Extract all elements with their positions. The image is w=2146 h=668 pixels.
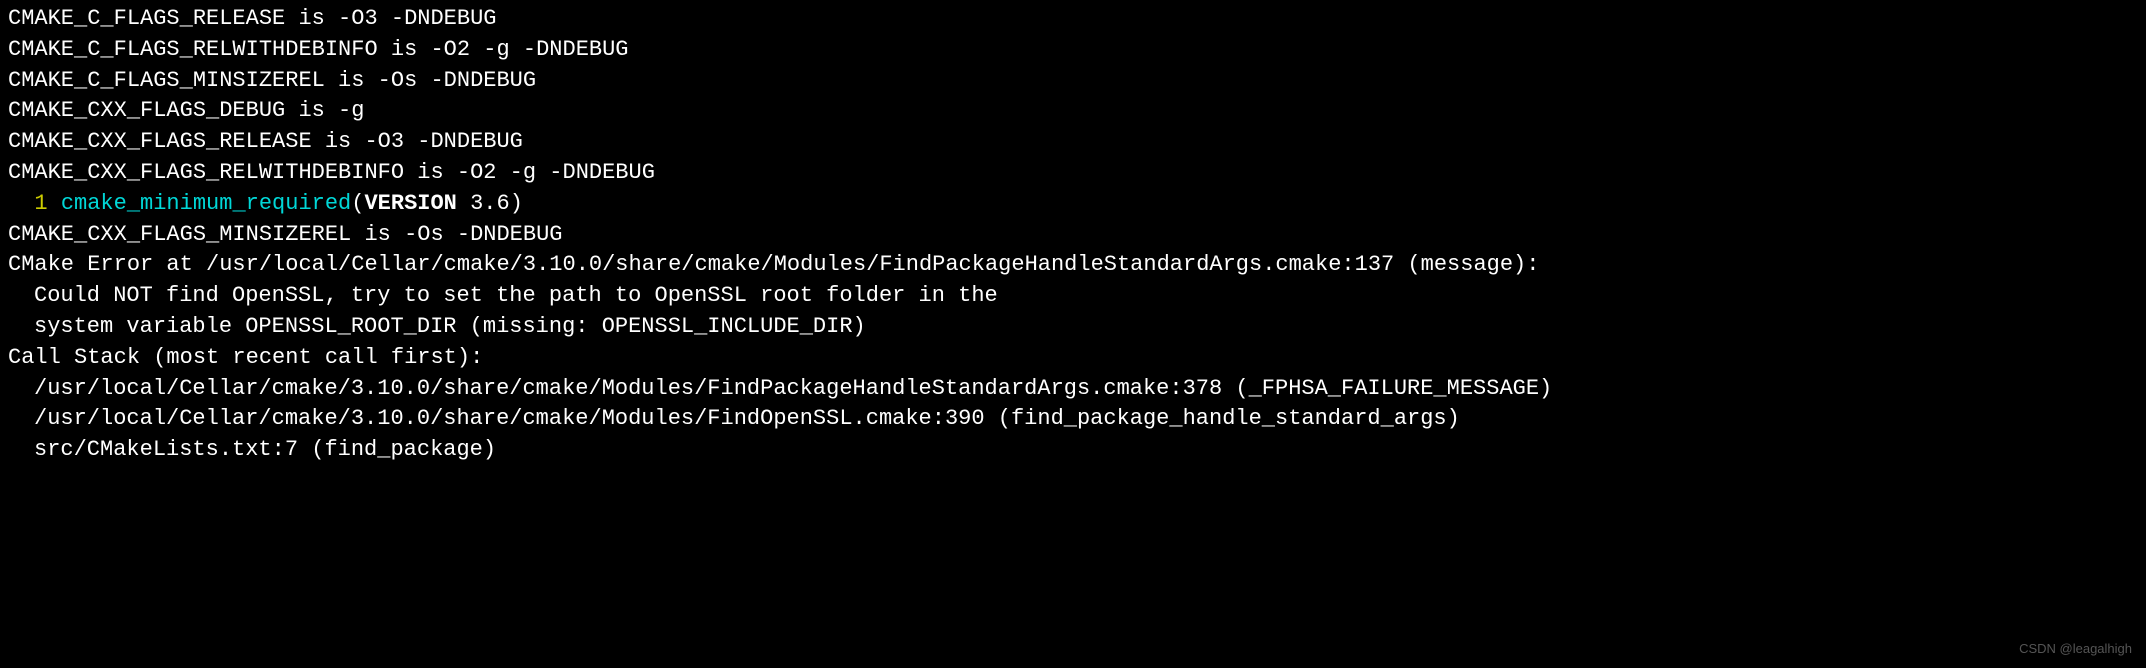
- output-line: CMAKE_CXX_FLAGS_RELWITHDEBINFO is -O2 -g…: [8, 158, 2138, 189]
- watermark-text: CSDN @leagalhigh: [2019, 640, 2132, 658]
- callstack-header: Call Stack (most recent call first):: [8, 343, 2138, 374]
- output-line: CMAKE_CXX_FLAGS_RELEASE is -O3 -DNDEBUG: [8, 127, 2138, 158]
- open-paren: (: [351, 191, 364, 216]
- cmake-script-line: 1 cmake_minimum_required(VERSION 3.6): [8, 189, 2138, 220]
- output-line: CMAKE_CXX_FLAGS_DEBUG is -g: [8, 96, 2138, 127]
- output-line: CMAKE_C_FLAGS_RELWITHDEBINFO is -O2 -g -…: [8, 35, 2138, 66]
- output-line: CMAKE_C_FLAGS_RELEASE is -O3 -DNDEBUG: [8, 4, 2138, 35]
- error-detail-line: Could NOT find OpenSSL, try to set the p…: [8, 281, 2138, 312]
- error-detail-line: system variable OPENSSL_ROOT_DIR (missin…: [8, 312, 2138, 343]
- output-line: CMAKE_C_FLAGS_MINSIZEREL is -Os -DNDEBUG: [8, 66, 2138, 97]
- version-value: 3.6): [457, 191, 523, 216]
- callstack-line: /usr/local/Cellar/cmake/3.10.0/share/cma…: [8, 404, 2138, 435]
- callstack-line: src/CMakeLists.txt:7 (find_package): [8, 435, 2138, 466]
- callstack-line: /usr/local/Cellar/cmake/3.10.0/share/cma…: [8, 374, 2138, 405]
- output-line: CMAKE_CXX_FLAGS_MINSIZEREL is -Os -DNDEB…: [8, 220, 2138, 251]
- line-number: 1: [8, 191, 61, 216]
- version-keyword: VERSION: [364, 191, 456, 216]
- cmake-function: cmake_minimum_required: [61, 191, 351, 216]
- terminal-output: CMAKE_C_FLAGS_RELEASE is -O3 -DNDEBUG CM…: [8, 4, 2138, 466]
- error-line: CMake Error at /usr/local/Cellar/cmake/3…: [8, 250, 2138, 281]
